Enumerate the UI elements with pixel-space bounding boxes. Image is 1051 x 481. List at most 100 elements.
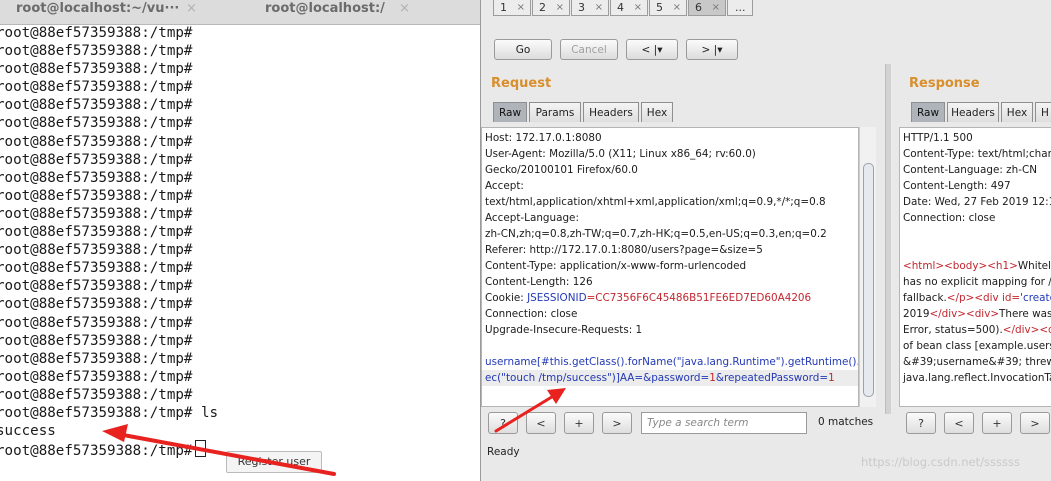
close-icon[interactable]: × [673, 0, 681, 16]
response-header-line: Date: Wed, 27 Feb 2019 12:19: [903, 196, 1051, 208]
terminal-output[interactable]: root@88ef57359388:/tmp# root@88ef57359388… [0, 24, 218, 459]
response-find-previous-button[interactable]: < [944, 412, 974, 434]
body-param-username: ec("touch /tmp/success")]AA= [485, 372, 644, 384]
go-button[interactable]: Go [494, 39, 552, 60]
tab-headers[interactable]: Headers [947, 102, 999, 122]
request-header-line: Upgrade-Insecure-Requests: 1 [485, 324, 643, 336]
add-button[interactable]: + [564, 412, 594, 434]
terminal-line: root@88ef57359388:/tmp# [0, 242, 193, 259]
close-icon[interactable]: × [712, 0, 720, 16]
terminal-tab-1[interactable]: root@localhost:~/vu··· × [16, 0, 216, 24]
request-header-line: Accept: [485, 180, 524, 192]
response-editor[interactable]: HTTP/1.1 500 Content-Type: text/html;char… [899, 127, 1051, 407]
close-icon[interactable]: × [595, 0, 603, 16]
resp-body-line-8: java.lang.reflect.InvocationTarg [903, 372, 1051, 384]
resp-body-line-7: &#39;username&#39; threw ex [903, 356, 1051, 368]
repeater-tab-5[interactable]: 5 × [649, 0, 687, 16]
body-param-password: &password= [643, 372, 710, 384]
find-next-button[interactable]: > [602, 412, 632, 434]
close-icon[interactable]: × [517, 0, 525, 16]
body-value-repeated: 1 [828, 372, 835, 384]
terminal-line: root@88ef57359388:/tmp# [0, 187, 193, 204]
response-header-line: HTTP/1.1 500 [903, 132, 973, 144]
response-header-line: Content-Language: zh-CN [903, 164, 1037, 176]
request-scrollbar[interactable] [859, 127, 876, 407]
tab-hex[interactable]: Hex [1001, 102, 1033, 122]
response-header-line: Content-Length: 497 [903, 180, 1011, 192]
close-icon[interactable]: × [634, 0, 642, 16]
repeater-tab-2[interactable]: 2 × [532, 0, 570, 16]
cancel-button[interactable]: Cancel [560, 39, 618, 60]
cookie-label: Cookie: [485, 292, 528, 304]
response-add-button[interactable]: + [982, 412, 1012, 434]
repeater-tab-3[interactable]: 3 × [571, 0, 609, 16]
resp-body-line-4: 2019</div><div>There was a [903, 306, 1051, 322]
request-editor[interactable]: Host: 172.17.0.1:8080 User-Agent: Mozilla… [481, 127, 859, 407]
repeater-tab-1[interactable]: 1 × [493, 0, 531, 16]
tab-html[interactable]: H [1035, 102, 1051, 122]
match-count: 0 matches [818, 416, 874, 428]
terminal-line: root@88ef57359388:/tmp# [0, 332, 193, 349]
terminal-line: root@88ef57359388:/tmp# [0, 169, 193, 186]
close-icon[interactable]: × [186, 0, 197, 18]
response-find-next-button[interactable]: > [1020, 412, 1050, 434]
back-button[interactable]: < |▾ [626, 39, 678, 60]
status-text: Error, status=500). [903, 324, 1003, 336]
terminal-line: root@88ef57359388:/tmp# [0, 278, 193, 295]
div-id-value: 'created' [1020, 292, 1051, 304]
tab-params[interactable]: Params [529, 102, 581, 122]
body-tag: <body> [944, 260, 988, 272]
repeater-tab-label: 1 [500, 1, 507, 14]
terminal-line: root@88ef57359388:/tmp# [0, 133, 193, 150]
error-text: There was a [999, 308, 1051, 320]
tab-raw[interactable]: Raw [911, 102, 945, 122]
response-view-tabs: Raw Headers Hex H [911, 102, 1051, 122]
request-header-line: Host: 172.17.0.1:8080 [485, 132, 602, 144]
request-header-line: text/html,application/xhtml+xml,applicat… [485, 196, 826, 208]
terminal-line: root@88ef57359388:/tmp# [0, 25, 193, 41]
request-view-tabs: Raw Params Headers Hex [493, 102, 675, 122]
terminal-tab-2-title: root@localhost:/ [265, 1, 385, 16]
repeater-new-tab[interactable]: ... [727, 0, 753, 16]
search-input[interactable]: Type a search term [641, 412, 807, 434]
cookie-name: JSESSIONID [527, 292, 587, 304]
split-pane-divider[interactable] [885, 64, 891, 414]
find-previous-button[interactable]: < [526, 412, 556, 434]
request-header-line [485, 338, 855, 354]
response-title: Response [909, 76, 980, 91]
resp-body-line-3: fallback.</p><div id='created' [903, 290, 1051, 306]
tab-raw[interactable]: Raw [493, 102, 527, 122]
request-title: Request [491, 76, 552, 91]
fallback-text: fallback. [903, 292, 947, 304]
terminal-line: root@88ef57359388:/tmp# [0, 224, 193, 241]
repeater-tab-label: 6 [695, 1, 702, 14]
terminal-tab-2[interactable]: root@localhost:/ × [265, 0, 425, 24]
terminal-line: root@88ef57359388:/tmp# [0, 61, 193, 78]
terminal-cursor [195, 440, 207, 458]
register-user-button[interactable]: Register user [226, 451, 322, 473]
repeater-tab-bar: 1 × 2 × 3 × 4 × 5 × 6 ×... [493, 0, 754, 18]
resp-body-line-1: <html><body><h1>Whitelabel [903, 258, 1051, 274]
repeater-tab-4[interactable]: 4 × [610, 0, 648, 16]
cookie-value: =CC7356F6C45486B51FE6ED7ED60A4206 [586, 292, 812, 304]
response-header-line: Connection: close [903, 212, 996, 224]
div-close-tag: </div> [1002, 324, 1040, 336]
terminal-line: root@88ef57359388:/tmp# [0, 368, 193, 385]
request-header-line: Accept-Language: [485, 212, 579, 224]
close-icon[interactable]: × [399, 0, 410, 18]
forward-button[interactable]: > |▾ [686, 39, 738, 60]
help-button[interactable]: ? [488, 412, 518, 434]
response-help-button[interactable]: ? [906, 412, 936, 434]
terminal-tab-1-title: root@localhost:~/vu··· [16, 1, 180, 16]
tab-hex[interactable]: Hex [641, 102, 673, 122]
repeater-tab-label: 5 [656, 1, 663, 14]
request-header-line: User-Agent: Mozilla/5.0 (X11; Linux x86_… [485, 148, 756, 160]
tab-headers[interactable]: Headers [583, 102, 639, 122]
body-param-repeated: &repeatedPassword= [715, 372, 829, 384]
scrollbar-thumb[interactable] [863, 163, 874, 397]
response-header-line [903, 242, 1051, 258]
terminal-line: success [0, 423, 56, 440]
response-header-line [903, 226, 1051, 242]
repeater-tab-6[interactable]: 6 × [688, 0, 726, 16]
close-icon[interactable]: × [556, 0, 564, 16]
